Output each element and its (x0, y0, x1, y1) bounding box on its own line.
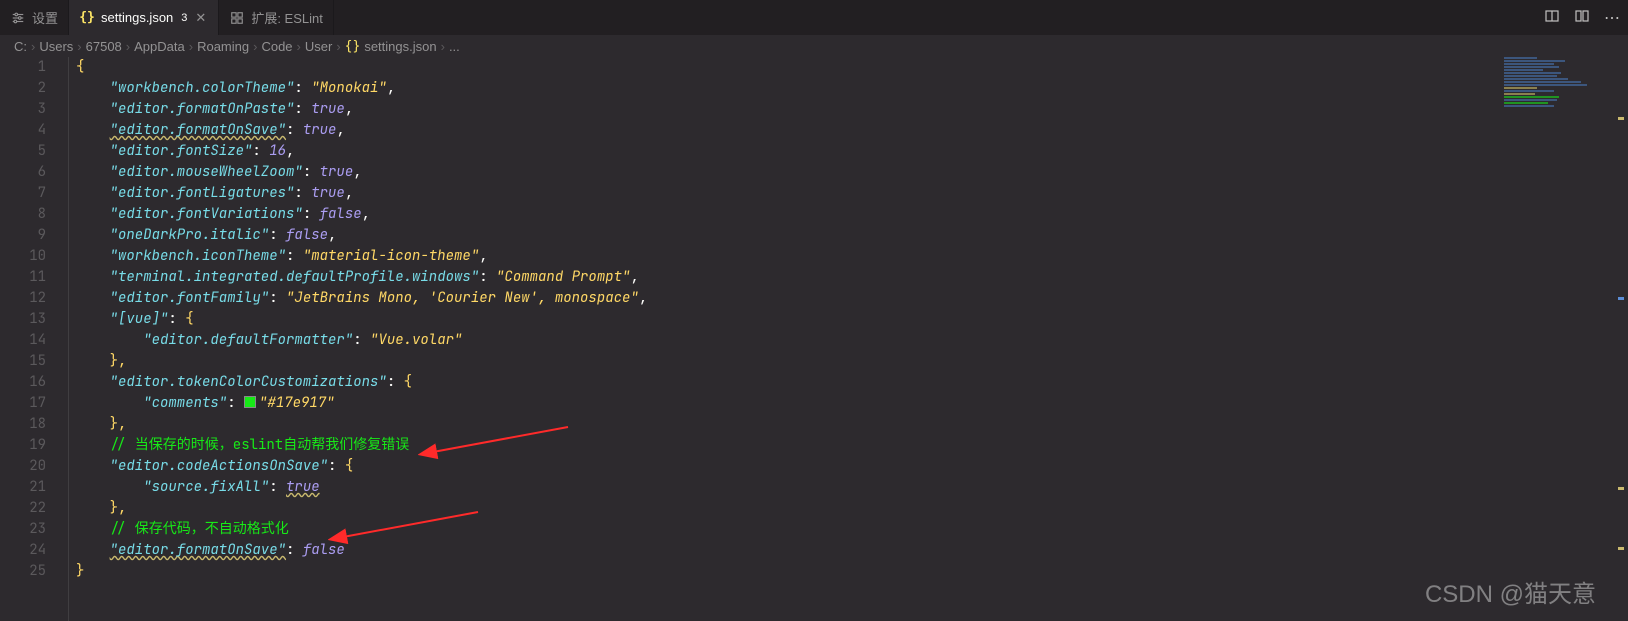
tab-label: 扩展: ESLint (251, 8, 323, 27)
breadcrumb-segment[interactable]: User (305, 39, 332, 54)
line-number-gutter: 1234567891011121314151617181920212223242… (0, 57, 68, 621)
scroll-marker (1618, 117, 1624, 120)
scroll-marker (1618, 487, 1624, 490)
breadcrumb-segment[interactable]: C: (14, 39, 27, 54)
breadcrumb-segment[interactable]: AppData (134, 39, 185, 54)
color-swatch[interactable] (244, 396, 256, 408)
breadcrumb-segment[interactable]: 67508 (86, 39, 122, 54)
more-actions-icon[interactable]: ⋯ (1604, 8, 1620, 28)
tab-label: 设置 (32, 8, 58, 27)
tab-settings-ui[interactable]: 设置 (0, 0, 69, 35)
tab-settings-json[interactable]: {} settings.json 3 ✕ (69, 0, 219, 35)
json-braces-icon: {} (345, 39, 361, 54)
tab-label: settings.json (101, 10, 173, 25)
compare-changes-icon[interactable] (1544, 8, 1560, 27)
chevron-right-icon: › (297, 39, 301, 54)
scrollbar-vertical[interactable] (1614, 57, 1628, 621)
chevron-right-icon: › (189, 39, 193, 54)
breadcrumb-segment[interactable]: ... (449, 39, 460, 54)
watermark: CSDN @猫天意 (1425, 574, 1596, 609)
code-content[interactable]: { "workbench.colorTheme": "Monokai", "ed… (68, 57, 1628, 621)
breadcrumb-segment[interactable]: Users (39, 39, 73, 54)
extension-icon (229, 10, 245, 26)
chevron-right-icon: › (126, 39, 130, 54)
code-editor[interactable]: 1234567891011121314151617181920212223242… (0, 57, 1628, 621)
close-icon[interactable]: ✕ (193, 10, 208, 26)
breadcrumb[interactable]: C: › Users › 67508 › AppData › Roaming › Code… (0, 35, 1628, 57)
breadcrumb-segment[interactable]: settings.json (364, 39, 436, 54)
chevron-right-icon: › (77, 39, 81, 54)
tab-extension-eslint[interactable]: 扩展: ESLint (219, 0, 334, 35)
chevron-right-icon: › (336, 39, 340, 54)
settings-sliders-icon (10, 10, 26, 26)
tab-dirty-count: 3 (181, 12, 187, 24)
chevron-right-icon: › (441, 39, 445, 54)
breadcrumb-segment[interactable]: Roaming (197, 39, 249, 54)
tab-bar: 设置 {} settings.json 3 ✕ 扩展: ESLint ⋯ (0, 0, 1628, 35)
tab-actions: ⋯ (1544, 0, 1620, 35)
json-braces-icon: {} (79, 10, 95, 26)
minimap[interactable] (1504, 57, 1614, 127)
chevron-right-icon: › (253, 39, 257, 54)
chevron-right-icon: › (31, 39, 35, 54)
scroll-marker (1618, 547, 1624, 550)
split-editor-icon[interactable] (1574, 8, 1590, 27)
scroll-marker (1618, 297, 1624, 300)
indent-guide (68, 57, 69, 621)
breadcrumb-segment[interactable]: Code (261, 39, 292, 54)
